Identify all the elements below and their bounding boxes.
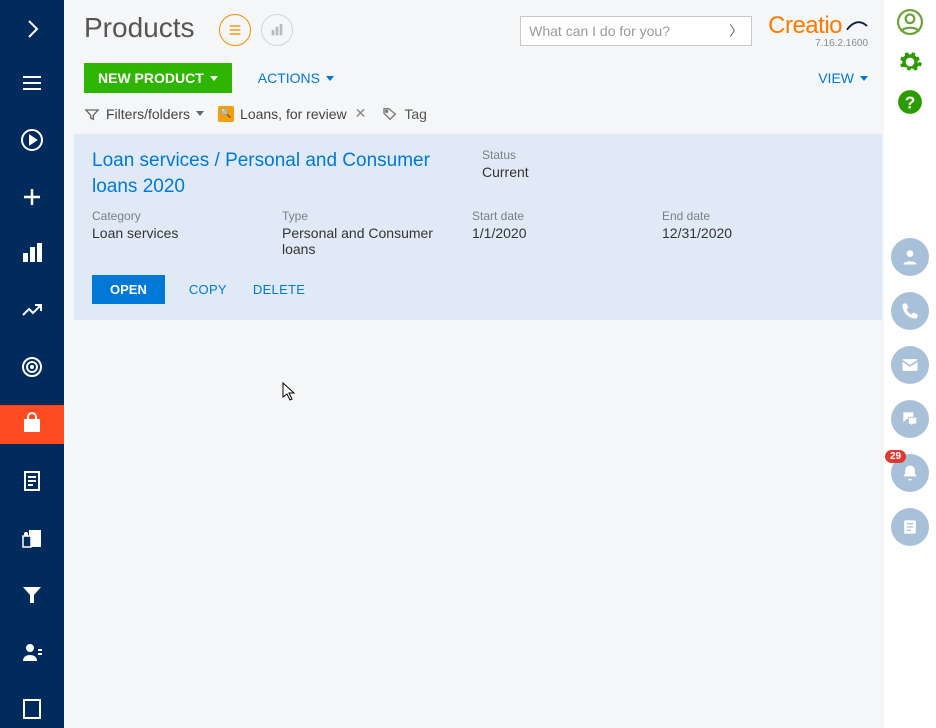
type-label: Type <box>282 209 472 223</box>
list-view-toggle[interactable] <box>219 14 251 46</box>
delete-button[interactable]: DELETE <box>251 276 307 303</box>
category-label: Category <box>92 209 282 223</box>
folder-filter-icon <box>84 106 100 122</box>
global-search-input[interactable]: What can I do for you? 〉 <box>520 16 752 46</box>
nav-play-icon[interactable] <box>0 120 64 159</box>
start-date-label: Start date <box>472 209 662 223</box>
nav-contact-icon[interactable] <box>0 632 64 671</box>
actions-button[interactable]: ACTIONS <box>256 64 336 92</box>
profile-icon[interactable] <box>894 6 926 38</box>
status-label: Status <box>482 148 529 162</box>
nav-target-icon[interactable] <box>0 348 64 387</box>
nav-menu-icon[interactable] <box>0 63 64 102</box>
record-card[interactable]: Loan services / Personal and Consumer lo… <box>74 134 882 320</box>
mouse-cursor-icon <box>282 382 298 407</box>
copy-button[interactable]: COPY <box>187 276 229 303</box>
end-date-label: End date <box>662 209 812 223</box>
cti-chat-icon[interactable] <box>891 400 929 438</box>
nav-expand-icon[interactable] <box>0 12 64 45</box>
active-folder-chip[interactable]: 🔍 Loans, for review ✕ <box>218 105 368 122</box>
brand-swoosh-icon <box>846 20 868 32</box>
nav-building-icon[interactable] <box>0 689 64 728</box>
help-icon[interactable]: ? <box>894 86 926 118</box>
end-date-value: 12/31/2020 <box>662 225 812 241</box>
nav-dashboard-icon[interactable] <box>0 234 64 273</box>
chevron-down-icon <box>326 76 334 81</box>
open-button[interactable]: OPEN <box>92 275 165 304</box>
nav-products-icon[interactable] <box>0 405 64 444</box>
nav-accounts-icon[interactable] <box>0 518 64 557</box>
nav-funnel-icon[interactable] <box>0 575 64 614</box>
nav-add-icon[interactable] <box>0 177 64 216</box>
cti-feed-icon[interactable] <box>891 508 929 546</box>
cti-phone-icon[interactable] <box>891 292 929 330</box>
record-title-link[interactable]: Loan services / Personal and Consumer lo… <box>92 148 452 199</box>
chevron-down-icon <box>210 76 218 81</box>
view-button[interactable]: VIEW <box>816 64 870 92</box>
page-title: Products <box>74 12 195 44</box>
brand-version: 7.16.2.1600 <box>815 38 868 49</box>
type-value: Personal and Consumer loans <box>282 225 452 257</box>
left-nav <box>0 0 64 728</box>
nav-document-icon[interactable] <box>0 462 64 501</box>
start-date-value: 1/1/2020 <box>472 225 662 241</box>
chevron-down-icon <box>860 76 868 81</box>
right-rail: ? 29 <box>884 0 936 728</box>
remove-folder-icon[interactable]: ✕ <box>353 105 369 122</box>
chart-view-toggle[interactable] <box>261 14 293 46</box>
tag-button[interactable]: Tag <box>382 106 427 122</box>
notification-badge: 29 <box>885 450 906 463</box>
filters-folders-button[interactable]: Filters/folders <box>84 106 204 122</box>
main-content: Products What can I do for you? 〉 Creati… <box>64 0 884 728</box>
chevron-down-icon <box>196 111 204 116</box>
new-product-button[interactable]: NEW PRODUCT <box>84 63 232 93</box>
cti-mail-icon[interactable] <box>891 346 929 384</box>
cti-bell-icon[interactable]: 29 <box>891 454 929 492</box>
svg-text:?: ? <box>905 93 916 113</box>
tag-icon <box>382 106 398 122</box>
folder-search-icon: 🔍 <box>218 106 234 122</box>
brand-block: Creatio 7.16.2.1600 <box>768 12 868 49</box>
search-go-icon[interactable]: 〉 <box>729 21 743 41</box>
status-value: Current <box>482 164 529 180</box>
category-value: Loan services <box>92 225 282 241</box>
nav-analytics-icon[interactable] <box>0 291 64 330</box>
brand-name: Creatio <box>768 12 842 40</box>
cti-contact-icon[interactable] <box>891 238 929 276</box>
search-placeholder: What can I do for you? <box>529 23 729 39</box>
gear-icon[interactable] <box>894 46 926 78</box>
